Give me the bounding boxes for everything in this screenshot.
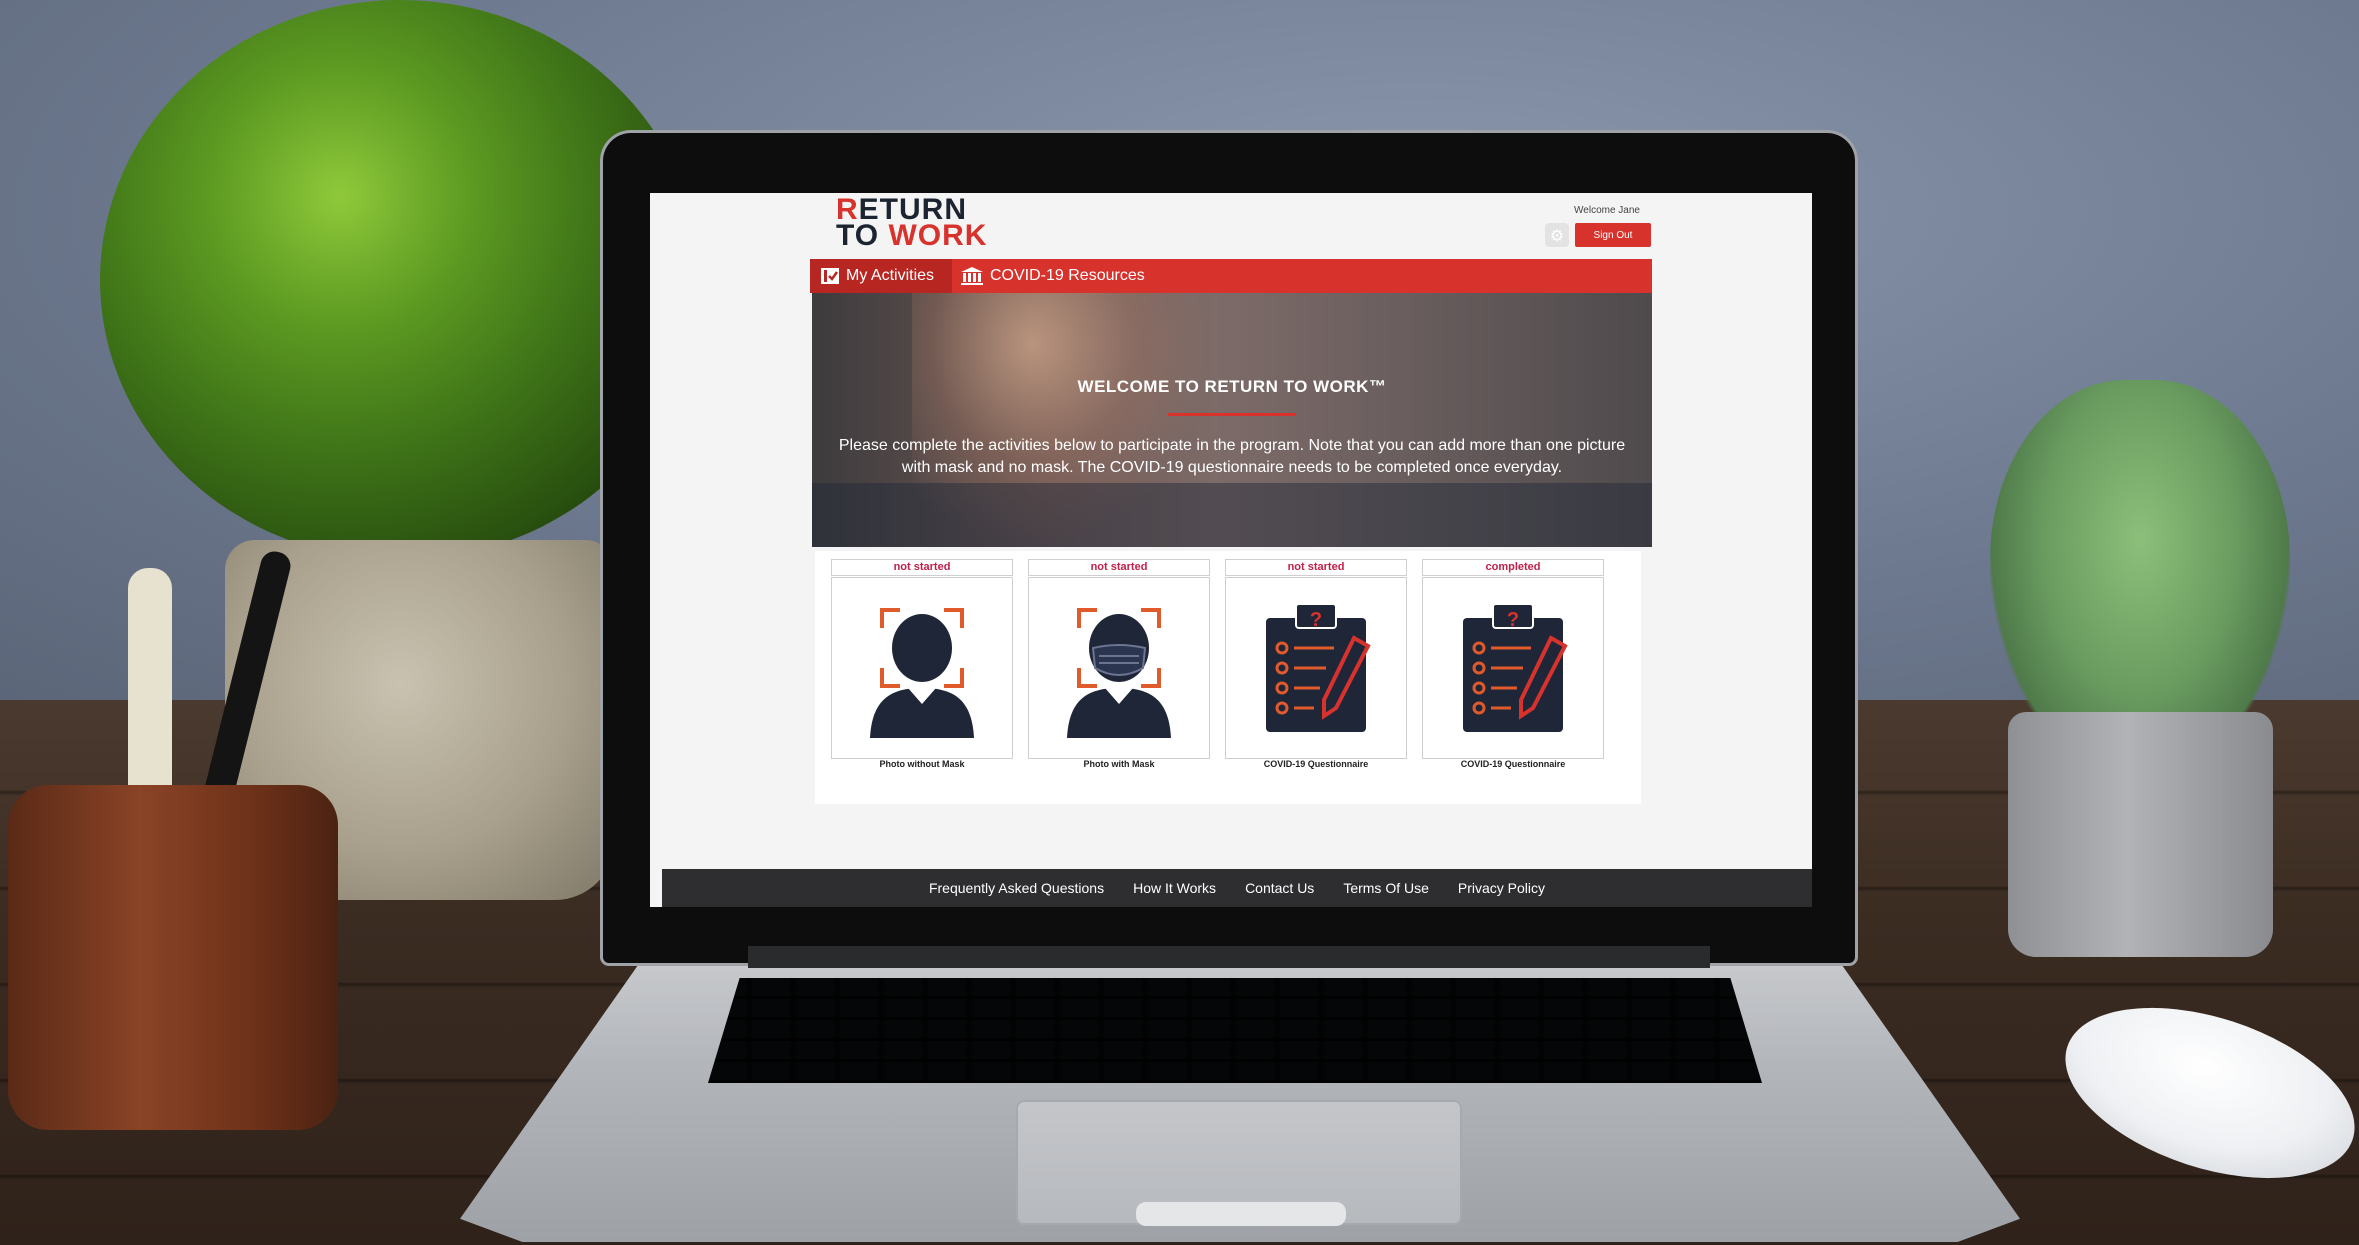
status-badge: not started: [1225, 559, 1407, 576]
laptop-screen: RETURN TO WORK Welcome Jane ⚙ Sign Out M…: [650, 193, 1812, 907]
activity-label: Photo with Mask: [1083, 759, 1155, 769]
footer-link-contact[interactable]: Contact Us: [1245, 880, 1314, 896]
activity-card-photo-without-mask[interactable]: not started Photo without Mask: [831, 559, 1013, 769]
activity-tile[interactable]: ?: [1225, 577, 1407, 759]
hero-title: WELCOME TO RETURN TO WORK™: [1077, 377, 1387, 396]
tab-covid-resources[interactable]: COVID-19 Resources: [954, 259, 1145, 293]
sign-out-button[interactable]: Sign Out: [1575, 223, 1651, 247]
laptop-notch: [1136, 1202, 1346, 1226]
activity-label: COVID-19 Questionnaire: [1460, 759, 1566, 769]
site-header: RETURN TO WORK Welcome Jane ⚙ Sign Out: [650, 193, 1812, 263]
hero-text: Please complete the activities below to …: [838, 437, 1626, 476]
main-nav: My Activities COVID-19 Resources: [810, 259, 1652, 293]
bank-icon: [960, 266, 984, 286]
laptop-hinge: [748, 946, 1710, 968]
footer-link-terms[interactable]: Terms Of Use: [1343, 880, 1429, 896]
status-badge: not started: [831, 559, 1013, 576]
logo-text: WORK: [888, 219, 988, 252]
laptop-keyboard: [708, 978, 1762, 1083]
logo-text: TO: [836, 219, 889, 252]
activity-tile[interactable]: [831, 577, 1013, 759]
wooden-pen-cup: [8, 785, 338, 1130]
activity-label: Photo without Mask: [879, 759, 965, 769]
activity-card-questionnaire-completed[interactable]: completed ? COVID-19 Questionnaire: [1422, 559, 1604, 769]
activity-card-questionnaire[interactable]: not started ? COVID-19 Questionnaire: [1225, 559, 1407, 769]
footer-link-privacy[interactable]: Privacy Policy: [1458, 880, 1545, 896]
status-badge: completed: [1422, 559, 1604, 576]
welcome-text: Welcome Jane: [1574, 205, 1640, 216]
activity-label: COVID-19 Questionnaire: [1263, 759, 1369, 769]
site-footer: Frequently Asked Questions How It Works …: [662, 869, 1812, 907]
face-mask-scan-icon: [1067, 608, 1171, 738]
footer-link-how-it-works[interactable]: How It Works: [1133, 880, 1216, 896]
svg-text:?: ?: [1507, 609, 1519, 631]
clipboard-icon: ?: [1266, 603, 1371, 732]
concrete-pot: [2008, 712, 2273, 957]
activity-tile[interactable]: [1028, 577, 1210, 759]
clipboard-icon: ?: [1463, 603, 1568, 732]
gear-icon: ⚙: [1549, 225, 1565, 245]
logo[interactable]: RETURN TO WORK: [836, 195, 988, 252]
checklist-icon: [820, 267, 840, 285]
status-badge: not started: [1028, 559, 1210, 576]
activities-panel: not started Photo without Mask not start…: [815, 551, 1641, 804]
hero-divider: [1168, 413, 1296, 416]
tab-label: COVID-19 Resources: [990, 267, 1145, 284]
tab-my-activities[interactable]: My Activities: [810, 259, 952, 293]
settings-button[interactable]: ⚙: [1545, 223, 1569, 247]
activity-card-photo-with-mask[interactable]: not started Photo with Mask: [1028, 559, 1210, 769]
svg-text:?: ?: [1310, 609, 1322, 631]
face-scan-icon: [870, 608, 974, 738]
footer-link-faq[interactable]: Frequently Asked Questions: [929, 880, 1104, 896]
hero-banner: WELCOME TO RETURN TO WORK™ Please comple…: [812, 293, 1652, 547]
activity-tile[interactable]: ?: [1422, 577, 1604, 759]
tab-label: My Activities: [846, 267, 935, 284]
